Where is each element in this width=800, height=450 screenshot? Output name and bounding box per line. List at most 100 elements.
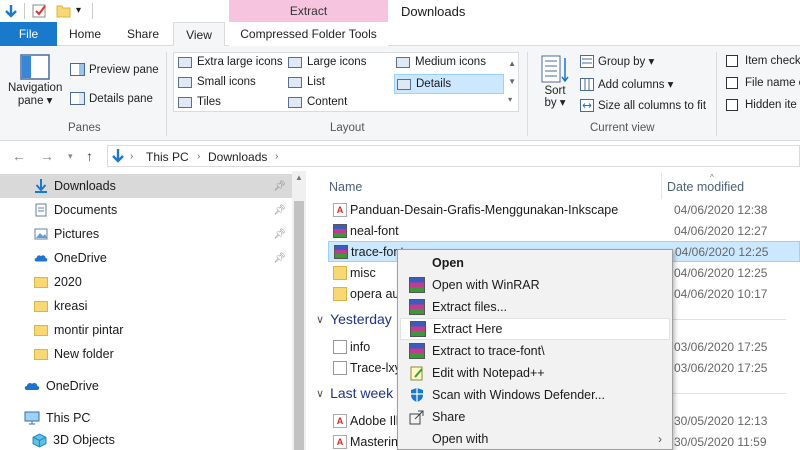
hidden-items-toggle[interactable]: Hidden ite	[726, 99, 797, 111]
layout-large-icons[interactable]: Large icons	[288, 56, 366, 68]
pictures-icon	[34, 228, 48, 240]
menu-item-open-with-winrar[interactable]: Open with WinRAR	[400, 274, 670, 296]
column-divider[interactable]	[661, 173, 662, 199]
nav-item-this-pc[interactable]: This PC	[0, 406, 292, 430]
nav-item-montir-pintar[interactable]: montir pintar	[0, 318, 292, 342]
address-box[interactable]: › This PC › Downloads ›	[107, 145, 800, 167]
layout-small-icons[interactable]: Small icons	[178, 76, 256, 88]
menu-item-label: Open	[432, 256, 464, 270]
new-folder-icon[interactable]	[56, 3, 72, 22]
properties-icon[interactable]	[32, 3, 48, 22]
context-menu: Open Open with WinRAR Extract files... E…	[397, 249, 673, 450]
preview-pane-button[interactable]: Preview pane	[70, 63, 159, 76]
list-icon	[288, 76, 302, 88]
crumb-separator-icon[interactable]: ›	[130, 151, 133, 162]
ribbon-separator	[716, 52, 717, 136]
nav-item-label: OneDrive	[54, 251, 107, 265]
add-columns-button[interactable]: Add columns ▾	[580, 77, 673, 91]
customize-toolbar-icon[interactable]: ▾	[76, 5, 81, 16]
up-arrow-icon[interactable]: ↑	[86, 148, 93, 164]
tab-file[interactable]: File	[0, 22, 57, 46]
collapse-chevron-icon[interactable]: ∨	[316, 387, 324, 400]
nav-item-kreasi[interactable]: kreasi	[0, 294, 292, 318]
crumb-separator-icon[interactable]: ›	[275, 151, 278, 162]
tab-home[interactable]: Home	[62, 22, 108, 46]
add-columns-label: Add columns ▾	[598, 79, 674, 91]
item-check-checkbox[interactable]	[726, 55, 738, 67]
layout-tiles[interactable]: Tiles	[178, 96, 221, 108]
gallery-scroll-icon[interactable]: ▲ ▼ ▾	[508, 55, 516, 109]
menu-item-scan-defender[interactable]: Scan with Windows Defender...	[400, 384, 670, 406]
defender-shield-icon	[411, 388, 423, 402]
nav-item-documents[interactable]: Documents 📌︎	[0, 198, 292, 222]
nav-item-3d-objects[interactable]: 3D Objects	[0, 430, 292, 450]
menu-item-open[interactable]: Open	[400, 252, 670, 274]
navigation-pane-button[interactable]: Navigation pane ▾	[8, 54, 62, 107]
nav-item-pictures[interactable]: Pictures 📌︎	[0, 222, 292, 246]
menu-item-extract-here[interactable]: Extract Here	[400, 318, 670, 340]
content-icon	[288, 96, 302, 108]
file-name-ext-checkbox[interactable]	[726, 77, 738, 89]
hidden-items-label: Hidden ite	[745, 99, 797, 111]
layout-extra-large-icons[interactable]: Extra large icons	[178, 56, 283, 68]
details-pane-icon	[70, 92, 85, 105]
back-arrow-icon[interactable]: ←	[12, 148, 26, 164]
file-date: 04/06/2020 12:38	[674, 202, 768, 217]
nav-item-onedrive-pinned[interactable]: OneDrive 📌︎	[0, 246, 292, 270]
column-header-name[interactable]: Name	[329, 180, 362, 194]
layout-details[interactable]: Details	[394, 74, 504, 94]
menu-item-extract-to[interactable]: Extract to trace-font\	[400, 340, 670, 362]
crumb-separator-icon[interactable]: ›	[197, 151, 200, 162]
breadcrumb-downloads[interactable]: Downloads	[208, 150, 267, 164]
pin-icon[interactable]: 📌︎	[273, 181, 286, 192]
file-date: 04/06/2020 12:25	[674, 265, 768, 280]
layout-gallery: Extra large icons Large icons Medium ico…	[173, 52, 519, 112]
tab-compressed-folder-tools[interactable]: Compressed Folder Tools	[229, 22, 388, 46]
pin-icon[interactable]: 📌︎	[273, 253, 286, 264]
menu-item-open-with[interactable]: Open with ›	[400, 428, 670, 450]
nav-item-new-folder[interactable]: New folder	[0, 342, 292, 366]
quick-access-down-arrow-icon[interactable]	[4, 3, 18, 22]
scroll-up-icon[interactable]: ▲	[295, 173, 303, 182]
group-by-button[interactable]: Group by ▾	[580, 54, 654, 68]
tab-view[interactable]: View	[173, 22, 225, 47]
scrollbar-thumb[interactable]	[294, 201, 304, 450]
file-date: 30/05/2020 11:59	[674, 434, 767, 449]
submenu-chevron-right-icon: ›	[658, 432, 662, 446]
breadcrumb-this-pc[interactable]: This PC	[146, 150, 189, 164]
nav-scrollbar[interactable]: ▲	[292, 171, 306, 450]
size-all-columns-button[interactable]: Size all columns to fit	[580, 99, 706, 112]
sort-by-label-2: by ▾	[544, 97, 566, 109]
tab-share[interactable]: Share	[120, 22, 166, 46]
column-header-date-modified[interactable]: Date modified	[667, 180, 744, 194]
layout-list[interactable]: List	[288, 76, 325, 88]
layout-content[interactable]: Content	[288, 96, 347, 108]
collapse-chevron-icon[interactable]: ∨	[316, 313, 324, 326]
details-pane-button[interactable]: Details pane	[70, 92, 153, 105]
pdf-file-icon: A	[333, 202, 347, 217]
title-bar: ▾ Extract Downloads	[0, 0, 800, 22]
file-row[interactable]: A Panduan-Desain-Grafis-Menggunakan-Inks…	[328, 199, 800, 220]
file-name-extensions-toggle[interactable]: File name e	[726, 77, 800, 89]
preview-pane-label: Preview pane	[89, 63, 159, 76]
folder-icon	[333, 286, 347, 301]
hidden-items-checkbox[interactable]	[726, 99, 738, 111]
item-check-boxes-toggle[interactable]: Item check	[726, 55, 800, 67]
menu-item-share[interactable]: Share	[400, 406, 670, 428]
file-row[interactable]: neal-font 04/06/2020 12:27	[328, 220, 800, 241]
pin-icon[interactable]: 📌︎	[273, 229, 286, 240]
window-title: Downloads	[401, 4, 466, 19]
recent-locations-chevron-icon[interactable]: ▾	[68, 151, 73, 162]
tiles-label: Tiles	[197, 96, 221, 108]
layout-medium-icons[interactable]: Medium icons	[396, 56, 486, 68]
nav-item-onedrive[interactable]: OneDrive	[0, 374, 292, 398]
pin-icon[interactable]: 📌︎	[273, 205, 286, 216]
nav-item-downloads[interactable]: Downloads 📌︎	[0, 174, 292, 198]
computer-icon	[24, 411, 40, 425]
forward-arrow-icon[interactable]: →	[40, 148, 54, 164]
sort-by-button[interactable]: Sort by ▾	[540, 54, 570, 109]
file-name: Panduan-Desain-Grafis-Menggunakan-Inksca…	[350, 202, 619, 217]
menu-item-edit-notepadpp[interactable]: Edit with Notepad++	[400, 362, 670, 384]
nav-item-2020[interactable]: 2020	[0, 270, 292, 294]
menu-item-extract-files[interactable]: Extract files...	[400, 296, 670, 318]
